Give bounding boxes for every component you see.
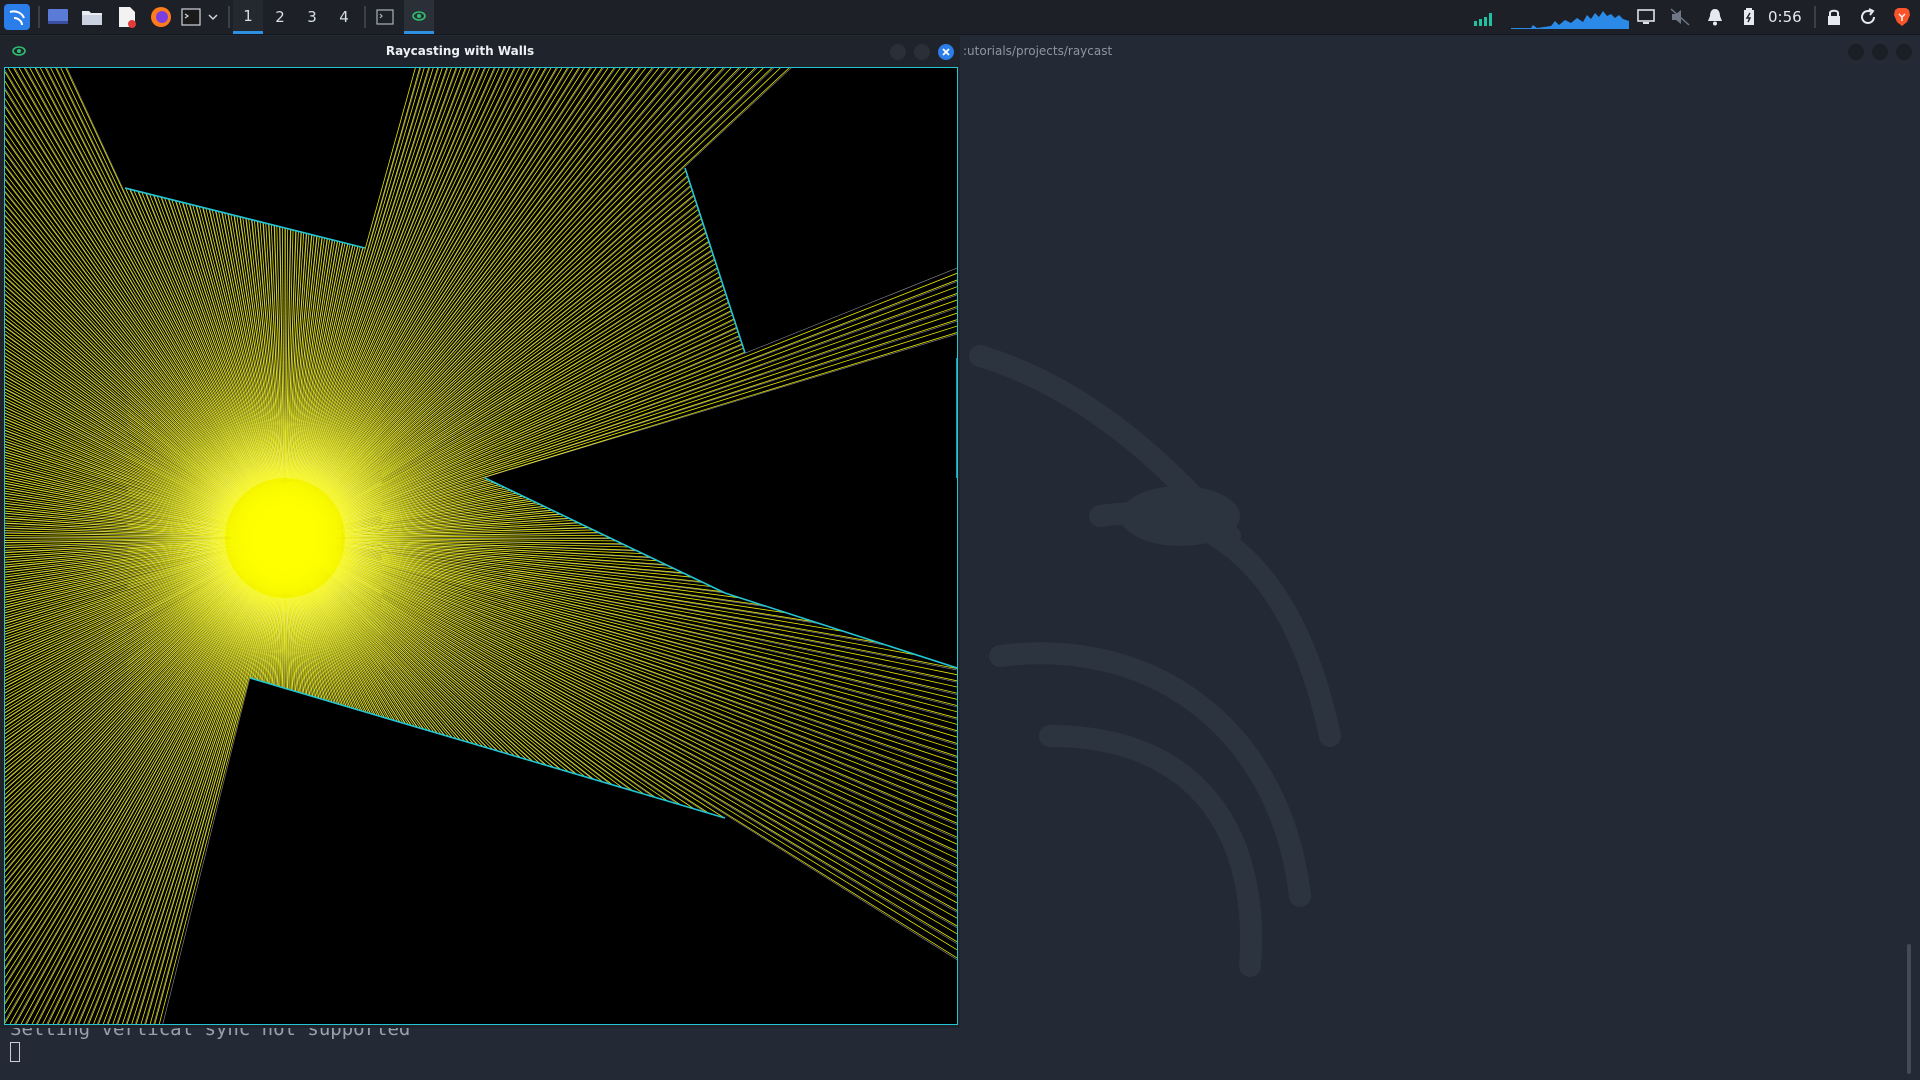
taskbar-terminal-window[interactable]	[372, 4, 398, 30]
raycast-window-icon	[412, 10, 426, 21]
ray	[284, 286, 957, 539]
ray	[328, 68, 774, 497]
minimize-button[interactable]	[1848, 44, 1864, 60]
workspace-1[interactable]: 1	[233, 0, 263, 34]
show-desktop-button[interactable]	[44, 4, 72, 30]
top-panel: 1 2 3 4 0:56	[0, 0, 1920, 35]
brave-button[interactable]	[1890, 4, 1914, 30]
notifications-button[interactable]	[1704, 4, 1726, 30]
display-button[interactable]	[1634, 4, 1658, 30]
ray	[339, 562, 957, 840]
ray	[284, 537, 957, 951]
clock[interactable]: 0:56	[1768, 0, 1802, 34]
chevron-down-icon	[208, 14, 218, 21]
workspace-4[interactable]: 4	[329, 0, 359, 34]
ray	[318, 68, 604, 489]
text-editor-button[interactable]	[114, 4, 140, 30]
ray	[5, 150, 251, 490]
battery-icon	[1744, 8, 1754, 25]
ray	[284, 537, 957, 919]
raycast-scene	[5, 68, 957, 1024]
minimize-button[interactable]	[890, 44, 906, 60]
kali-menu-icon	[4, 4, 30, 30]
ray	[284, 537, 957, 804]
lock-icon	[1828, 9, 1840, 25]
text-editor-icon	[119, 7, 136, 28]
raycast-window[interactable]: Raycasting with Walls	[0, 36, 960, 1028]
file-manager-icon	[82, 11, 102, 25]
cpu-graph-icon	[1511, 11, 1629, 29]
refresh-icon	[1861, 8, 1875, 24]
network-graph-icon	[1474, 13, 1492, 26]
display-icon	[1637, 9, 1655, 24]
logout-button[interactable]	[1856, 4, 1880, 30]
terminal-title: :utorials/projects/raycast	[963, 44, 1113, 58]
ray	[284, 68, 687, 539]
workspace-3[interactable]: 3	[297, 0, 327, 34]
kali-menu-button[interactable]	[2, 4, 32, 30]
terminal-window-icon	[376, 9, 394, 25]
ray	[5, 266, 243, 497]
notification-bell-icon	[1708, 9, 1722, 26]
close-button[interactable]	[938, 44, 954, 60]
ray	[284, 537, 957, 790]
ray	[116, 594, 266, 1024]
show-desktop-icon	[48, 9, 68, 24]
ray	[284, 68, 716, 539]
ray	[338, 565, 957, 883]
ray	[330, 576, 560, 770]
ray-group	[5, 68, 957, 1024]
scrollbar[interactable]	[1907, 944, 1911, 1074]
file-manager-button[interactable]	[78, 4, 106, 30]
firefox-button[interactable]	[148, 4, 174, 30]
terminal-icon	[181, 8, 201, 26]
ray	[337, 566, 957, 913]
light-source	[205, 458, 365, 618]
lock-screen-button[interactable]	[1822, 4, 1846, 30]
ray	[284, 537, 957, 904]
ray	[339, 563, 957, 854]
maximize-button[interactable]	[1872, 44, 1888, 60]
ray	[342, 320, 957, 520]
close-button[interactable]	[1896, 44, 1912, 60]
ray	[317, 68, 592, 488]
launcher-dropdown-button[interactable]	[206, 4, 220, 30]
brave-icon	[1894, 8, 1910, 26]
cpu-monitor[interactable]	[1510, 4, 1630, 30]
terminal-launcher-button[interactable]	[180, 4, 202, 30]
ray	[342, 553, 957, 720]
ray	[5, 120, 252, 489]
ray	[337, 302, 729, 511]
terminal-cursor	[10, 1042, 20, 1062]
maximize-button[interactable]	[914, 44, 930, 60]
ray	[341, 557, 957, 772]
ray	[66, 68, 261, 484]
network-monitor[interactable]	[1472, 4, 1498, 30]
volume-muted-icon	[1670, 8, 1690, 26]
taskbar-raycast-window[interactable]	[404, 0, 434, 34]
volume-button[interactable]	[1668, 4, 1692, 30]
battery-button[interactable]	[1738, 4, 1760, 30]
ray	[25, 590, 257, 1024]
workspace-2[interactable]: 2	[265, 0, 295, 34]
window-title: Raycasting with Walls	[385, 44, 535, 58]
close-icon	[942, 48, 950, 56]
firefox-icon	[151, 7, 171, 27]
raycast-canvas[interactable]	[4, 67, 958, 1025]
